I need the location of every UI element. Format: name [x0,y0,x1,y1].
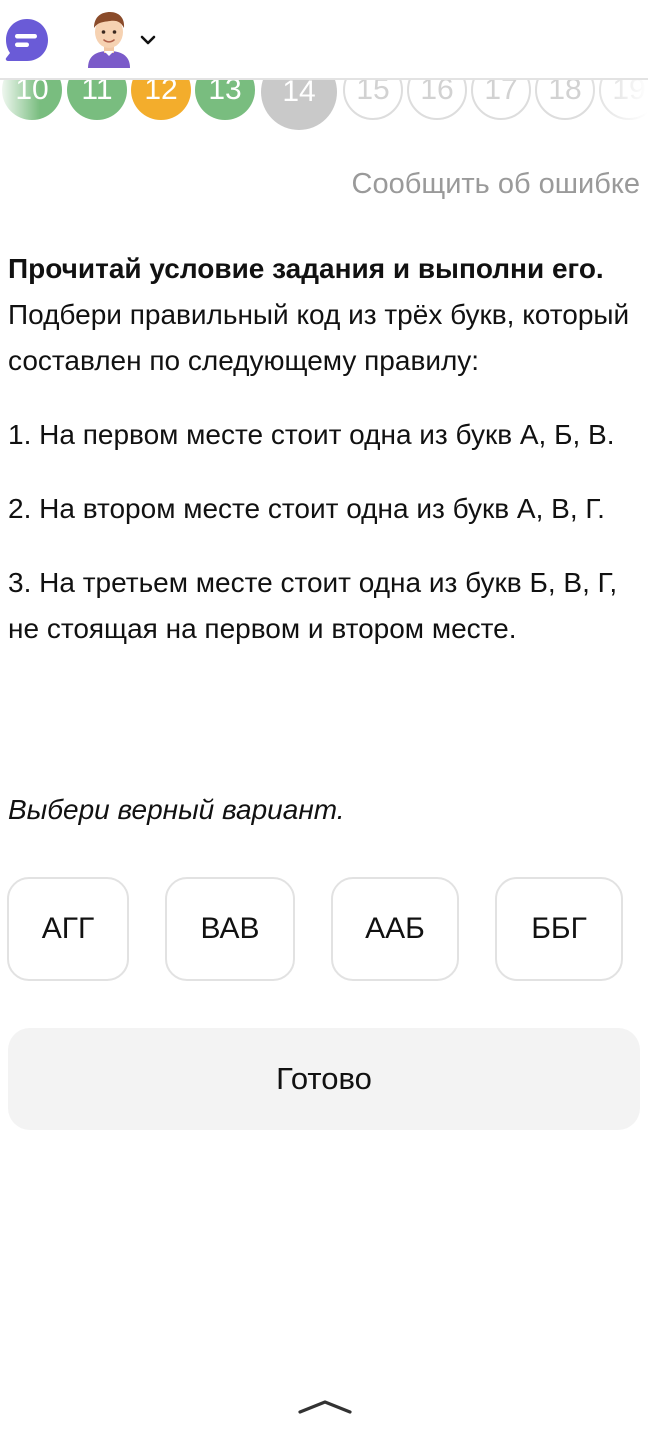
step-number: 14 [282,75,316,108]
answer-option-1[interactable]: АГГ [7,877,129,981]
task-prompt: Выбери верный вариант. [8,794,345,825]
chat-logo-icon[interactable] [4,17,50,63]
task-rule-3: 3. На третьем месте стоит одна из букв Б… [8,567,618,644]
report-error-link[interactable]: Сообщить об ошибке [352,168,640,201]
task-rule-2: 2. На втором месте стоит одна из букв А,… [8,493,605,524]
chevron-up-icon[interactable] [296,1396,354,1418]
done-button[interactable]: Готово [8,1028,640,1130]
answer-option-4[interactable]: ББГ [495,877,623,981]
answer-option-2[interactable]: ВАВ [165,877,295,981]
top-bar [0,0,648,80]
task-body: Прочитай условие задания и выполни его. … [8,246,638,652]
answer-option-3[interactable]: ААБ [331,877,459,981]
task-intro: Подбери правильный код из трёх букв, кот… [8,299,630,376]
task-title: Прочитай условие задания и выполни его. [8,253,604,284]
task-rule-1: 1. На первом месте стоит одна из букв А,… [8,419,615,450]
chevron-down-icon[interactable] [139,33,157,47]
user-avatar-icon[interactable] [84,10,134,68]
